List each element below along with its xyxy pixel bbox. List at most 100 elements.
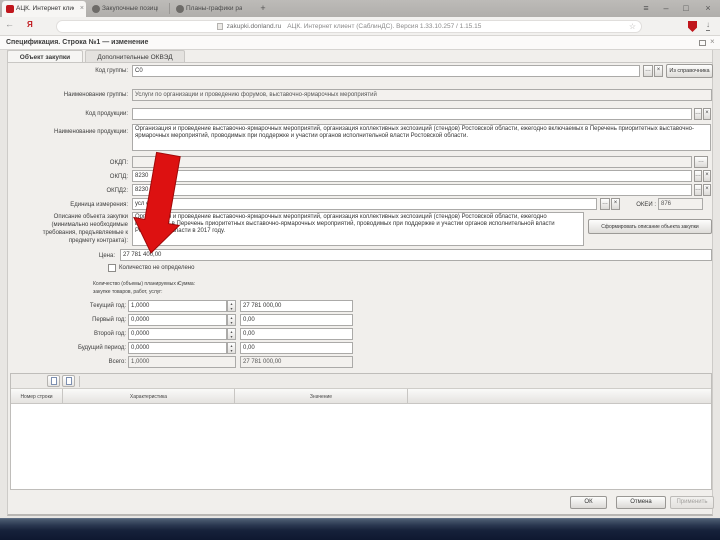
kod-gruppy-label: Код группы: [95, 68, 128, 74]
windows-taskbar: Y W P ▲ 12:44 18.12.2016 [0, 518, 720, 540]
naim-produkcii-textarea[interactable]: Организация и проведение выставочно-ярма… [132, 124, 711, 151]
okei-label: ОКЕИ : [636, 202, 656, 208]
vsego-sum-field: 27 781 000,00 [240, 356, 353, 368]
okpd2-field[interactable]: 8230 [132, 184, 692, 196]
minimize-icon[interactable]: – [658, 0, 674, 16]
new-tab-button[interactable]: + [256, 2, 270, 15]
browser-tab-plany-grafiki[interactable]: Планы-графики размещен [172, 1, 252, 17]
browser-tab-title: Закупочные позиции [102, 5, 158, 12]
copy-row-icon[interactable] [62, 375, 75, 387]
okpd-label: ОКПД: [109, 174, 128, 180]
browse-icon[interactable]: … [694, 156, 708, 168]
characteristics-header-row: Номер строки Характеристика Значение [11, 389, 711, 404]
edinica-izmereniya-field[interactable]: усл ед [132, 198, 597, 210]
sformirovat-opisanie-button[interactable]: Сформировать описание объекта закупки [588, 219, 712, 234]
naim-gruppy-label: Наименование группы: [63, 92, 128, 98]
spin-down-icon[interactable]: ▾ [228, 320, 235, 325]
okdp-label: ОКДП: [109, 160, 128, 166]
budushchiy-period-qty-field[interactable]: 0,0000 [128, 342, 227, 354]
url-field[interactable]: zakupki.donland.ru АЦК. Интернет клиент … [56, 20, 642, 33]
page-icon [216, 23, 223, 30]
summa-header: Сумма: [178, 281, 196, 287]
browse-icon[interactable]: … [600, 198, 610, 210]
tab-close-icon[interactable]: × [80, 5, 84, 12]
vtoroy-god-label: Второй год: [94, 331, 126, 337]
browser-tab-ack-client[interactable]: АЦК. Интернет клиент (С × [2, 1, 86, 17]
tekushchiy-god-sum-field[interactable]: 27 781 000,00 [240, 300, 353, 312]
close-panel-icon[interactable]: × [710, 37, 715, 46]
edinica-izmereniya-label: Единица измерения: [70, 202, 128, 208]
download-icon[interactable]: ↓ [706, 20, 710, 31]
apply-button: Применить [670, 496, 714, 509]
column-header-empty [408, 389, 711, 404]
spin-down-icon[interactable]: ▾ [228, 334, 235, 339]
kod-produkcii-field[interactable] [132, 108, 692, 120]
quantity-stepper[interactable]: ▴ ▾ [227, 314, 236, 326]
opisanie-textarea[interactable]: Организация и проведение выставочно-ярма… [132, 212, 584, 246]
clear-icon[interactable]: × [654, 65, 663, 77]
dialog-header: Спецификация. Строка №1 — изменение × [0, 36, 720, 50]
back-icon[interactable]: ← [5, 19, 14, 29]
pervyy-god-sum-field[interactable]: 0,00 [240, 314, 353, 326]
protect-shield-icon[interactable] [688, 21, 697, 32]
browse-icon[interactable]: … [694, 184, 702, 196]
quantity-stepper[interactable]: ▴ ▾ [227, 328, 236, 340]
opisanie-label-line3: требования, предъявляемые к [42, 230, 128, 236]
bookmark-star-icon[interactable]: ☆ [629, 22, 636, 31]
vtoroy-god-sum-field[interactable]: 0,00 [240, 328, 353, 340]
qty-not-defined-label: Количество не определено [119, 265, 195, 271]
url-page-title: АЦК. Интернет клиент (СаблинДС). Версия … [287, 23, 482, 30]
qty-not-defined-checkbox[interactable] [108, 264, 116, 272]
clear-icon[interactable]: × [703, 184, 711, 196]
characteristics-toolbar [11, 374, 711, 389]
kod-gruppy-field[interactable]: С0 [132, 65, 640, 77]
opisanie-label-line4: предмету контракта): [68, 238, 128, 244]
opisanie-label-line1: Описание объекта закупки [53, 214, 128, 220]
opisanie-label-line2: (минимально необходимые [51, 222, 128, 228]
tab-divider [7, 62, 713, 63]
naim-produkcii-label: Наименование продукции: [54, 129, 128, 135]
tab2-favicon [92, 5, 100, 13]
browser-tab-strip: АЦК. Интернет клиент (С × Закупочные поз… [0, 0, 720, 17]
qty-header-line1: Количество (объемы) планируемых к [93, 281, 180, 287]
quantity-stepper[interactable]: ▴ ▾ [227, 342, 236, 354]
iz-spravochnika-button[interactable]: Из справочника [666, 64, 713, 78]
cena-field[interactable]: 27 781 400,00 [120, 249, 712, 261]
tab-separator [169, 3, 170, 14]
browse-icon[interactable]: … [643, 65, 653, 77]
dialog-title: Спецификация. Строка №1 — изменение [6, 39, 149, 46]
pervyy-god-label: Первый год: [92, 317, 126, 323]
yandex-logo-icon[interactable]: Я [27, 20, 33, 29]
clear-icon[interactable]: × [703, 170, 711, 182]
budushchiy-period-sum-field[interactable]: 0,00 [240, 342, 353, 354]
browse-icon[interactable]: … [694, 108, 702, 120]
browser-tab-zakupochnye[interactable]: Закупочные позиции [88, 1, 168, 17]
column-header-kharakteristika[interactable]: Характеристика [63, 389, 235, 404]
ack-favicon [6, 5, 14, 13]
vtoroy-god-qty-field[interactable]: 0,0000 [128, 328, 227, 340]
clear-icon[interactable]: × [611, 198, 620, 210]
cancel-button[interactable]: Отмена [616, 496, 666, 509]
clear-icon[interactable]: × [703, 108, 711, 120]
browse-icon[interactable]: … [694, 170, 702, 182]
quantity-stepper[interactable]: ▴ ▾ [227, 300, 236, 312]
cena-label: Цена: [98, 253, 115, 259]
spin-down-icon[interactable]: ▾ [228, 348, 235, 353]
close-icon[interactable]: × [700, 0, 716, 16]
okpd-field[interactable]: 8230 [132, 170, 692, 182]
browser-tab-title: АЦК. Интернет клиент (С [16, 5, 74, 12]
column-header-znachenie[interactable]: Значение [235, 389, 408, 404]
spin-down-icon[interactable]: ▾ [228, 306, 235, 311]
browser-menu-icon[interactable]: ≡ [638, 0, 654, 16]
ok-button[interactable]: ОК [570, 496, 607, 509]
okdp-field[interactable] [132, 156, 692, 168]
column-header-nomer-stroki[interactable]: Номер строки [11, 389, 63, 404]
vsego-label: Всего: [108, 359, 126, 365]
qty-header-line2: закупке товаров, работ, услуг: [93, 289, 163, 295]
edit-row-icon[interactable] [47, 375, 60, 387]
toolbar-separator [79, 376, 80, 387]
collapse-panel-icon[interactable] [699, 40, 706, 46]
pervyy-god-qty-field[interactable]: 0,0000 [128, 314, 227, 326]
tekushchiy-god-qty-field[interactable]: 1,0000 [128, 300, 227, 312]
restore-icon[interactable]: □ [678, 0, 694, 16]
